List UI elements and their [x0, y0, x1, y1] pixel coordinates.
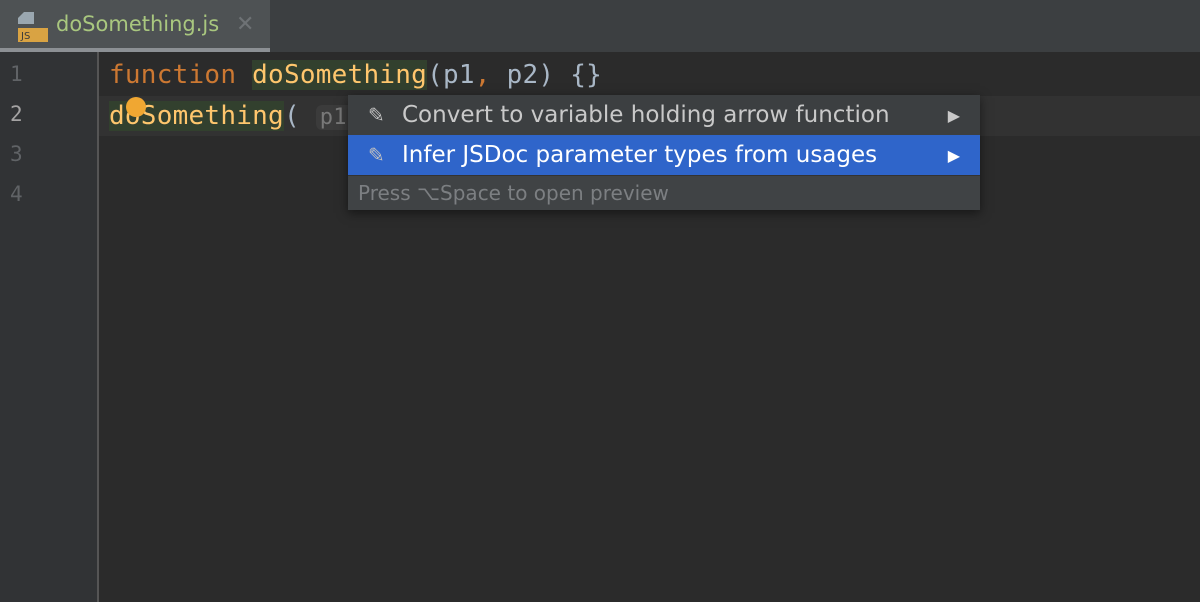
line-number: 1	[10, 62, 23, 86]
close-icon[interactable]: ✕	[236, 12, 254, 37]
intention-edit-icon: ✎	[368, 143, 385, 167]
js-file-icon: JS	[18, 12, 48, 42]
svg-text:JS: JS	[20, 31, 30, 42]
tab-dosomething-js[interactable]: JS doSomething.js ✕	[0, 0, 270, 52]
line-number-gutter: 1 2 3 4	[0, 52, 99, 602]
code-line-2[interactable]: doSomething( p1:	[109, 96, 365, 136]
menu-item-infer-jsdoc[interactable]: ✎ Infer JSDoc parameter types from usage…	[348, 135, 980, 175]
line-number: 3	[10, 142, 23, 166]
intention-edit-icon: ✎	[368, 103, 385, 127]
paren: (	[283, 101, 300, 131]
tab-label: doSomething.js	[56, 12, 220, 36]
function-name: doSomething	[252, 60, 428, 90]
line-number: 4	[10, 182, 23, 206]
intention-actions-popup: ✎ Convert to variable holding arrow func…	[348, 95, 980, 210]
submenu-arrow-icon: ▶	[947, 105, 960, 125]
params: (p1	[427, 60, 475, 90]
menu-item-label: Infer JSDoc parameter types from usages	[402, 142, 878, 168]
menu-item-convert-arrow-function[interactable]: ✎ Convert to variable holding arrow func…	[348, 95, 980, 135]
submenu-arrow-icon: ▶	[947, 145, 960, 165]
code-line-1[interactable]: function doSomething(p1, p2) {}	[109, 55, 602, 95]
line-number: 2	[10, 102, 23, 126]
intention-bulb-icon[interactable]	[126, 97, 146, 117]
keyword: function	[109, 60, 253, 90]
popup-footer-hint: Press ⌥Space to open preview	[348, 175, 980, 210]
params-rest: p2) {}	[490, 60, 603, 90]
tab-bar: JS doSomething.js ✕	[0, 0, 1200, 52]
comma: ,	[474, 60, 491, 90]
menu-item-label: Convert to variable holding arrow functi…	[402, 102, 890, 128]
